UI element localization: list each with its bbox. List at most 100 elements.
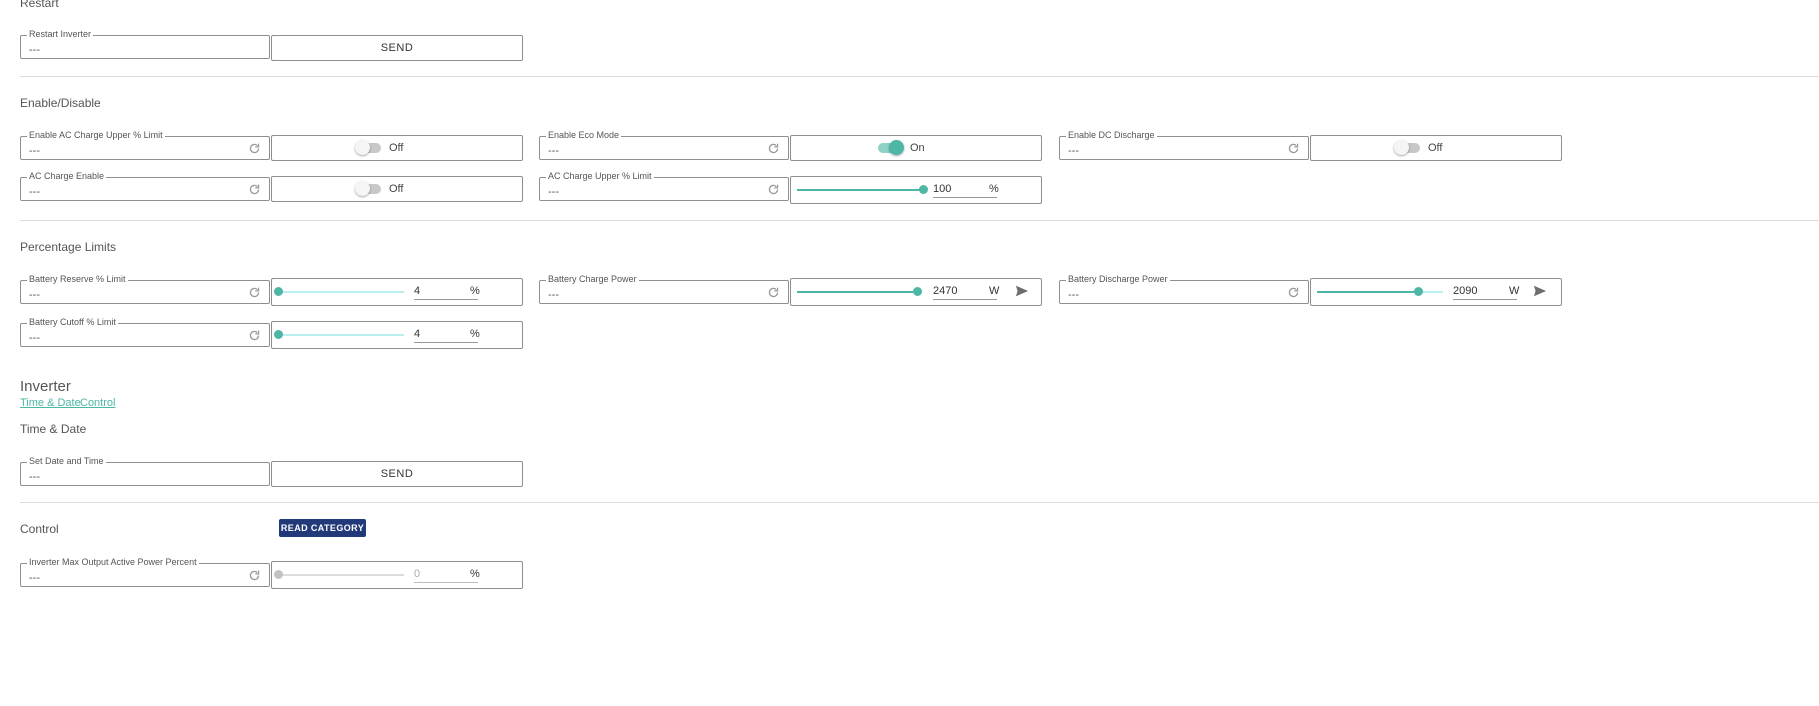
slider-rail (278, 574, 404, 576)
field-value: --- (29, 471, 40, 483)
field-value: --- (1068, 145, 1079, 157)
battery-reserve-field: Battery Reserve % Limit --- (20, 274, 270, 304)
enable-eco-mode-toggle-box: On (790, 135, 1042, 161)
toggle-track (1394, 140, 1420, 155)
field-value: --- (29, 186, 40, 198)
refresh-icon[interactable] (767, 286, 780, 299)
battery-charge-power-field: Battery Charge Power --- (539, 274, 789, 304)
field-value: --- (548, 289, 559, 301)
battery-discharge-power-slider[interactable] (1317, 279, 1443, 303)
send-icon[interactable] (1015, 284, 1029, 298)
battery-reserve-slider[interactable] (274, 279, 404, 303)
ac-charge-upper-limit-control: 100 % (790, 176, 1042, 204)
battery-discharge-power-control: 2090 W (1310, 278, 1562, 306)
slider-rail (278, 291, 404, 293)
slider-thumb[interactable] (274, 570, 283, 579)
restart-inverter-send-button[interactable]: SEND (271, 35, 523, 61)
slider-fill (797, 291, 917, 293)
field-legend: AC Charge Upper % Limit (546, 171, 654, 181)
field-legend: AC Charge Enable (27, 171, 107, 181)
enable-eco-mode-toggle[interactable]: On (878, 140, 925, 155)
battery-cutoff-input[interactable]: 4 % (414, 327, 480, 343)
toggle-knob (889, 140, 904, 155)
slider-thumb[interactable] (913, 287, 922, 296)
refresh-icon[interactable] (248, 329, 261, 342)
section-title-control: Control (20, 522, 59, 536)
link-time-date[interactable]: Time & Date (20, 397, 81, 409)
toggle-knob (355, 140, 370, 155)
slider-thumb[interactable] (1414, 287, 1423, 296)
slider-thumb[interactable] (274, 330, 283, 339)
divider (20, 220, 1819, 221)
section-title-inverter: Inverter (20, 378, 71, 395)
refresh-icon[interactable] (767, 142, 780, 155)
enable-ac-charge-upper-toggle-box: Off (271, 135, 523, 161)
battery-charge-power-slider[interactable] (797, 279, 922, 303)
enable-dc-discharge-field: Enable DC Discharge --- (1059, 130, 1309, 160)
enable-eco-mode-field: Enable Eco Mode --- (539, 130, 789, 160)
restart-inverter-field: Restart Inverter --- (20, 29, 270, 59)
toggle-knob (355, 181, 370, 196)
toggle-track (878, 140, 904, 155)
refresh-icon[interactable] (248, 142, 261, 155)
enable-dc-discharge-toggle[interactable]: Off (1394, 140, 1442, 155)
input-value: 4 (414, 285, 421, 297)
field-legend: Battery Cutoff % Limit (27, 317, 118, 327)
max-output-field: Inverter Max Output Active Power Percent… (20, 557, 270, 587)
send-icon[interactable] (1533, 284, 1547, 298)
input-value: 0 (414, 568, 421, 580)
input-value: 100 (933, 183, 952, 195)
section-title-enable-disable: Enable/Disable (20, 96, 101, 110)
slider-fill (797, 189, 923, 191)
battery-cutoff-control: 4 % (271, 321, 523, 349)
enable-ac-charge-upper-field: Enable AC Charge Upper % Limit --- (20, 130, 270, 160)
refresh-icon[interactable] (248, 569, 261, 582)
refresh-icon[interactable] (248, 183, 261, 196)
enable-dc-discharge-toggle-box: Off (1310, 135, 1562, 161)
toggle-knob (1394, 140, 1409, 155)
field-value: --- (29, 145, 40, 157)
battery-discharge-power-input[interactable]: 2090 W (1453, 284, 1519, 300)
field-legend: Set Date and Time (27, 456, 106, 466)
input-value: 4 (414, 328, 421, 340)
toggle-track (355, 140, 381, 155)
max-output-slider[interactable] (274, 562, 404, 586)
ac-charge-upper-limit-slider[interactable] (797, 177, 928, 201)
set-date-time-send-button[interactable]: SEND (271, 461, 523, 487)
slider-thumb[interactable] (919, 185, 928, 194)
set-date-time-field: Set Date and Time --- (20, 456, 270, 486)
slider-thumb[interactable] (274, 287, 283, 296)
slider-rail (278, 334, 404, 336)
link-control[interactable]: Control (80, 397, 115, 409)
field-legend: Restart Inverter (27, 29, 94, 39)
ac-charge-enable-field: AC Charge Enable --- (20, 171, 270, 201)
input-unit: % (470, 285, 480, 297)
field-legend: Battery Discharge Power (1066, 274, 1170, 284)
battery-cutoff-slider[interactable] (274, 322, 404, 346)
refresh-icon[interactable] (1287, 286, 1300, 299)
refresh-icon[interactable] (767, 183, 780, 196)
max-output-control: 0 % (271, 561, 523, 589)
max-output-input[interactable]: 0 % (414, 567, 480, 583)
field-value: --- (548, 145, 559, 157)
read-category-button[interactable]: READ CATEGORY (279, 519, 366, 537)
divider (20, 76, 1819, 77)
field-value: --- (548, 186, 559, 198)
field-legend: Battery Reserve % Limit (27, 274, 128, 284)
refresh-icon[interactable] (248, 286, 261, 299)
ac-charge-enable-toggle[interactable]: Off (355, 181, 403, 196)
divider (20, 502, 1819, 503)
ac-charge-upper-limit-input[interactable]: 100 % (933, 182, 999, 198)
field-legend: Enable DC Discharge (1066, 130, 1157, 140)
field-value: --- (29, 332, 40, 344)
enable-ac-charge-upper-toggle[interactable]: Off (355, 140, 403, 155)
battery-reserve-control: 4 % (271, 278, 523, 306)
input-unit: % (989, 183, 999, 195)
battery-charge-power-input[interactable]: 2470 W (933, 284, 999, 300)
input-value: 2090 (1453, 285, 1478, 297)
field-legend: Enable AC Charge Upper % Limit (27, 130, 165, 140)
field-legend: Inverter Max Output Active Power Percent (27, 557, 199, 567)
refresh-icon[interactable] (1287, 142, 1300, 155)
battery-reserve-input[interactable]: 4 % (414, 284, 480, 300)
ac-charge-enable-toggle-box: Off (271, 176, 523, 202)
